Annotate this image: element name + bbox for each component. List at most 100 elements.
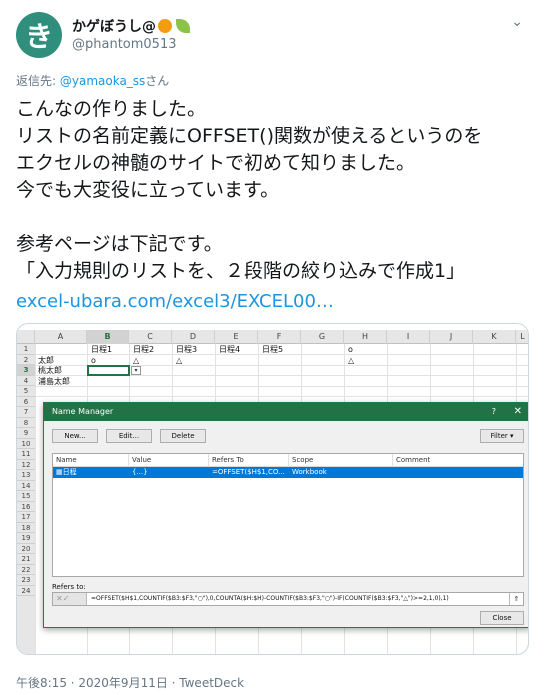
tweet-link[interactable]: excel-ubara.com/excel3/EXCEL00…: [16, 291, 334, 312]
new-button[interactable]: New...: [52, 429, 98, 443]
column-header[interactable]: E: [215, 330, 258, 344]
cell-a2[interactable]: 太郎: [38, 356, 54, 366]
column-name-header[interactable]: Name: [53, 454, 129, 467]
row-header[interactable]: 16: [17, 501, 35, 512]
filter-button[interactable]: Filter ▾: [480, 429, 524, 443]
user-handle[interactable]: @phantom0513: [72, 37, 177, 52]
name-manager-dialog: Name Manager ? ✕ New... Edit... Delete F…: [43, 402, 528, 628]
active-cell-b3[interactable]: [87, 364, 130, 376]
avatar[interactable]: き: [16, 12, 62, 58]
row-header[interactable]: 6: [17, 396, 35, 407]
column-header[interactable]: C: [129, 330, 172, 344]
row-header[interactable]: 19: [17, 533, 35, 544]
row-header[interactable]: 14: [17, 480, 35, 491]
tweet-header: き かゲぼうし@ @phantom0513 ⌄: [16, 12, 529, 60]
column-header[interactable]: K: [473, 330, 516, 344]
tweet-timestamp[interactable]: 午後8:15 · 2020年9月11日 · TweetDeck: [16, 674, 244, 691]
cell-d2[interactable]: △: [176, 356, 182, 366]
spreadsheet: A B C D E F G H I J K L 1 2 3 4 5 6 7 8 …: [17, 324, 528, 654]
close-button[interactable]: Close: [480, 611, 524, 625]
reply-mention-link[interactable]: @yamaoka_ss: [60, 74, 145, 88]
collapse-dialog-icon[interactable]: ⇑: [509, 593, 523, 605]
column-value-header[interactable]: Value: [129, 454, 209, 467]
column-scope-header[interactable]: Scope: [289, 454, 393, 467]
row-header[interactable]: 10: [17, 438, 35, 449]
tweet-image[interactable]: A B C D E F G H I J K L 1 2 3 4 5 6 7 8 …: [16, 323, 529, 655]
row-header[interactable]: 11: [17, 449, 35, 460]
cell-f1[interactable]: 日程5: [262, 345, 283, 355]
row-header[interactable]: 23: [17, 575, 35, 586]
comment-cell: [393, 467, 396, 478]
table-row[interactable]: ▦日程 {...} =OFFSET($H$1,CO... Workbook: [53, 467, 523, 478]
reply-suffix: さん: [145, 74, 170, 88]
refers-to-label: Refers to:: [52, 583, 86, 591]
dropdown-arrow-icon[interactable]: ▾: [131, 366, 141, 375]
row-header[interactable]: 1: [17, 344, 35, 355]
cell-h2[interactable]: △: [348, 356, 354, 366]
refers-to-field[interactable]: ✕✓ =OFFSET($H$1,COUNTIF($B3:$F3,"○"),0,C…: [52, 592, 524, 606]
row-header[interactable]: 20: [17, 543, 35, 554]
gridline: [35, 344, 36, 654]
column-header[interactable]: L: [516, 330, 528, 344]
row-header[interactable]: 22: [17, 564, 35, 575]
cell-c2[interactable]: △: [133, 356, 139, 366]
cell-h1[interactable]: o: [348, 345, 353, 355]
row-header-filler: [17, 596, 35, 654]
cancel-confirm-icons[interactable]: ✕✓: [53, 593, 87, 605]
close-icon[interactable]: ✕: [514, 403, 522, 421]
cell-a3[interactable]: 桃太郎: [38, 366, 62, 376]
names-list-header: Name Value Refers To Scope Comment: [53, 454, 523, 467]
reply-prefix: 返信先:: [16, 74, 60, 88]
leaf-emoji-icon: [176, 19, 190, 33]
dialog-title[interactable]: Name Manager: [44, 403, 528, 421]
column-header[interactable]: I: [387, 330, 430, 344]
cell-d1[interactable]: 日程3: [176, 345, 197, 355]
reply-context: 返信先: @yamaoka_ssさん: [16, 72, 169, 89]
cell-e1[interactable]: 日程4: [219, 345, 240, 355]
column-header[interactable]: B: [87, 330, 129, 344]
name-cell: ▦日程: [53, 467, 77, 478]
row-header[interactable]: 21: [17, 554, 35, 565]
delete-button[interactable]: Delete: [160, 429, 206, 443]
cell-b1[interactable]: 日程1: [91, 345, 112, 355]
row-header[interactable]: 8: [17, 417, 35, 428]
column-header[interactable]: H: [344, 330, 387, 344]
row-header[interactable]: 15: [17, 491, 35, 502]
column-header[interactable]: D: [172, 330, 215, 344]
row-header[interactable]: 13: [17, 470, 35, 481]
column-header[interactable]: J: [430, 330, 473, 344]
row-header[interactable]: 17: [17, 512, 35, 523]
column-header[interactable]: A: [35, 330, 87, 344]
column-header[interactable]: G: [301, 330, 344, 344]
edit-button[interactable]: Edit...: [106, 429, 152, 443]
row-header[interactable]: 7: [17, 407, 35, 418]
chevron-down-icon[interactable]: ⌄: [511, 14, 523, 30]
refers-to-formula[interactable]: =OFFSET($H$1,COUNTIF($B3:$F3,"○"),0,COUN…: [91, 593, 449, 605]
row-header[interactable]: 9: [17, 428, 35, 439]
column-comment-header[interactable]: Comment: [393, 454, 525, 467]
gridline: [35, 396, 528, 397]
row-header[interactable]: 18: [17, 522, 35, 533]
row-header[interactable]: 2: [17, 354, 35, 365]
name-line: かゲぼうし@: [72, 16, 190, 36]
cell-a4[interactable]: 浦島太郎: [38, 377, 70, 387]
help-icon[interactable]: ?: [492, 403, 496, 421]
tweet-text: こんなの作りました。 リストの名前定義にOFFSET()関数が使えるというのを …: [16, 98, 483, 282]
named-range-icon: ▦: [56, 468, 63, 476]
select-all-corner[interactable]: [17, 330, 35, 344]
row-header[interactable]: 24: [17, 585, 35, 596]
column-refers-to-header[interactable]: Refers To: [209, 454, 289, 467]
gridline: [35, 385, 528, 387]
display-name[interactable]: かゲぼうし@: [72, 16, 156, 36]
value-cell: {...}: [132, 468, 148, 476]
name-value: 日程: [62, 468, 77, 476]
column-header[interactable]: F: [258, 330, 301, 344]
row-header[interactable]: 4: [17, 375, 35, 386]
cell-c1[interactable]: 日程2: [133, 345, 154, 355]
names-list[interactable]: Name Value Refers To Scope Comment ▦日程 {…: [52, 453, 524, 577]
column-header-row: A B C D E F G H I J K L: [17, 330, 528, 344]
row-header[interactable]: 12: [17, 459, 35, 470]
row-header[interactable]: 3: [17, 365, 35, 376]
row-header[interactable]: 5: [17, 386, 35, 397]
scope-cell: Workbook: [292, 468, 327, 476]
